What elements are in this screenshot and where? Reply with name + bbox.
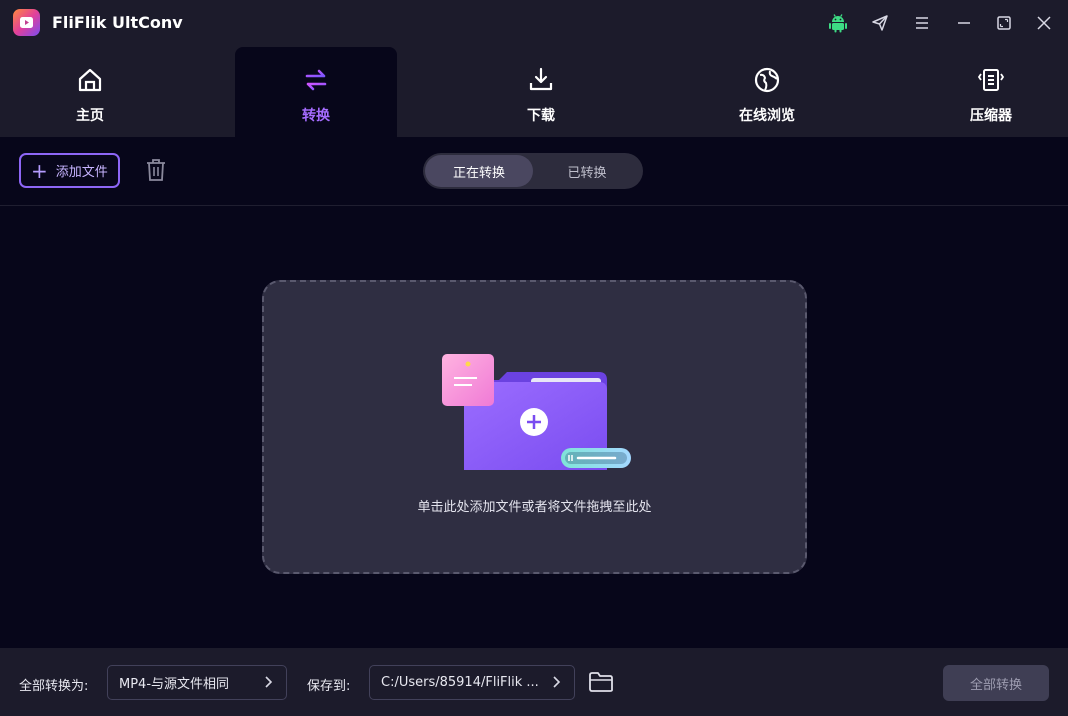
tab-home[interactable]: 主页 bbox=[40, 47, 140, 137]
save-path-select[interactable]: C:/Users/85914/FliFlik ... bbox=[369, 665, 575, 700]
main-nav: 主页 转换 下载 在线浏览 压缩器 bbox=[0, 46, 1068, 137]
app-logo-icon bbox=[13, 9, 40, 36]
download-icon bbox=[526, 65, 556, 95]
app-title: FliFlik UltConv bbox=[52, 13, 183, 32]
convert-arrows-icon bbox=[301, 65, 331, 95]
bottom-bar: 全部转换为: MP4-与源文件相同 保存到: C:/Users/85914/Fl… bbox=[0, 648, 1068, 716]
title-bar: FliFlik UltConv bbox=[0, 0, 1068, 46]
minimize-icon[interactable] bbox=[954, 13, 974, 33]
maximize-icon[interactable] bbox=[994, 13, 1014, 33]
trash-icon[interactable] bbox=[145, 158, 167, 182]
tab-label: 主页 bbox=[76, 108, 104, 124]
chevron-right-icon bbox=[264, 675, 274, 693]
tab-convert[interactable]: 转换 bbox=[235, 47, 397, 137]
tab-label: 压缩器 bbox=[970, 108, 1012, 124]
send-feedback-icon[interactable] bbox=[870, 13, 890, 33]
compress-icon bbox=[976, 65, 1006, 95]
close-icon[interactable] bbox=[1034, 13, 1054, 33]
tab-online-browse[interactable]: 在线浏览 bbox=[717, 47, 817, 137]
file-drop-zone[interactable]: 单击此处添加文件或者将文件拖拽至此处 bbox=[262, 280, 807, 574]
tab-label: 在线浏览 bbox=[739, 108, 795, 124]
open-folder-icon[interactable] bbox=[588, 671, 614, 693]
android-icon[interactable] bbox=[828, 13, 848, 33]
add-folder-illustration-icon bbox=[439, 352, 634, 477]
drop-zone-hint: 单击此处添加文件或者将文件拖拽至此处 bbox=[417, 500, 652, 515]
tab-label: 转换 bbox=[302, 108, 330, 124]
menu-icon[interactable] bbox=[912, 13, 932, 33]
tab-download[interactable]: 下载 bbox=[491, 47, 591, 137]
tab-compressor[interactable]: 压缩器 bbox=[941, 47, 1041, 137]
globe-icon bbox=[752, 65, 782, 95]
save-to-label: 保存到: bbox=[307, 679, 351, 694]
home-icon bbox=[75, 65, 105, 95]
output-format-select[interactable]: MP4-与源文件相同 bbox=[107, 665, 287, 700]
convert-to-label: 全部转换为: bbox=[19, 679, 89, 694]
output-format-value: MP4-与源文件相同 bbox=[119, 677, 230, 692]
tab-label: 下载 bbox=[527, 108, 555, 124]
tab-converting[interactable]: 正在转换 bbox=[425, 155, 533, 187]
plus-icon: + bbox=[31, 158, 48, 183]
toolbar: + 添加文件 正在转换 已转换 bbox=[0, 137, 1068, 206]
chevron-right-icon bbox=[552, 675, 562, 693]
save-path-value: C:/Users/85914/FliFlik ... bbox=[381, 675, 539, 690]
conversion-status-toggle: 正在转换 已转换 bbox=[423, 153, 643, 189]
tab-converted[interactable]: 已转换 bbox=[533, 155, 641, 187]
add-file-label: 添加文件 bbox=[55, 165, 108, 180]
convert-all-button[interactable]: 全部转换 bbox=[943, 665, 1049, 701]
add-file-button[interactable]: + 添加文件 bbox=[19, 153, 120, 188]
